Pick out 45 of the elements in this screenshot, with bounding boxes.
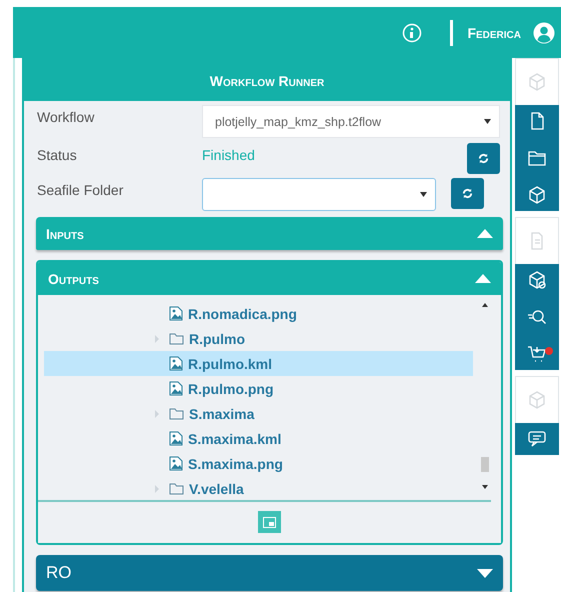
tree-item[interactable]: S.maxima.kml <box>44 426 473 451</box>
window-icon <box>263 516 276 528</box>
chat-icon[interactable] <box>527 429 547 449</box>
tree-item[interactable]: V.velella <box>44 476 473 501</box>
tree-item[interactable]: S.maxima <box>44 401 473 426</box>
image-file-icon <box>169 431 183 446</box>
image-file-icon <box>169 356 183 371</box>
view-button[interactable] <box>258 511 281 533</box>
section-header[interactable]: RO <box>36 555 503 591</box>
panel-title: Workflow Runner <box>24 60 510 101</box>
image-file-icon <box>169 306 183 321</box>
cube-icon[interactable] <box>527 185 547 205</box>
down-arrow-icon <box>477 568 493 578</box>
user-name[interactable]: Federica <box>467 24 521 40</box>
up-arrow-icon <box>475 274 491 283</box>
folder-icon <box>169 482 184 495</box>
status-value: Finished <box>202 146 256 163</box>
refresh-icon <box>462 188 473 199</box>
section-header[interactable]: Inputs <box>36 217 503 250</box>
image-file-icon <box>169 381 183 396</box>
tree-item[interactable]: R.pulmo.kml <box>44 351 473 376</box>
folder-icon <box>169 332 184 345</box>
info-icon[interactable] <box>402 22 422 42</box>
cart-icon[interactable] <box>527 344 547 364</box>
dropdown-field[interactable] <box>202 178 436 211</box>
tree-item[interactable]: R.pulmo.png <box>44 376 473 401</box>
field-label: Status <box>37 146 78 163</box>
tree-item[interactable]: R.pulmo <box>44 326 473 351</box>
section-header[interactable]: Outputs <box>38 262 501 295</box>
image-file-icon <box>169 456 183 471</box>
user-avatar-icon[interactable] <box>533 22 555 44</box>
tree-item[interactable]: S.maxima.png <box>44 451 473 476</box>
caret-icon <box>420 192 427 197</box>
notification-dot <box>545 347 553 355</box>
folder-icon <box>169 407 184 420</box>
dropdown-field[interactable]: plotjelly_map_kmz_shp.t2flow <box>202 105 500 138</box>
refresh-button[interactable] <box>467 143 500 174</box>
up-arrow-icon <box>477 229 493 238</box>
refresh-icon <box>478 153 489 164</box>
caret-icon <box>484 119 491 124</box>
field-label: Seafile Folder <box>37 181 124 198</box>
refresh-button[interactable] <box>451 178 484 209</box>
field-label: Workflow <box>37 108 96 125</box>
tree-item[interactable]: R.nomadica.png <box>44 301 473 326</box>
cube-search-icon[interactable] <box>527 270 547 290</box>
